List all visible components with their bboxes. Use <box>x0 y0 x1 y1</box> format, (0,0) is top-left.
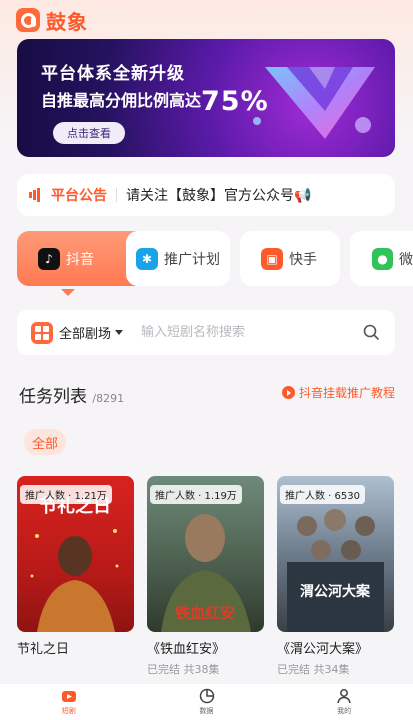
tab-promotion-plan[interactable]: ✱ 推广计划 <box>126 231 230 286</box>
active-tab-indicator <box>61 289 75 296</box>
poster-title-text: 渭公河大案 <box>300 583 371 600</box>
task-list-title: 任务列表 /8291 <box>19 382 124 407</box>
task-list-title-text: 任务列表 <box>19 387 87 407</box>
nav-label: 短剧 <box>61 707 76 715</box>
tab-kuaishou[interactable]: ▣ 快手 <box>240 231 340 286</box>
theater-filter-dropdown[interactable]: 全部剧场 <box>59 323 111 342</box>
douyin-tutorial-link[interactable]: 抖音挂载推广教程 <box>281 384 395 401</box>
drama-poster[interactable]: 渭公河大案 推广人数 · 6530 <box>277 476 394 632</box>
announcement-text: 请关注【鼓象】官方公众号📢 <box>126 188 312 204</box>
app-header: 鼓象 <box>16 6 88 34</box>
banner-subtitle-text: 自推最高分佣比例高达 <box>41 91 202 110</box>
bottom-navigation: 短剧 数据 我的 <box>0 684 413 720</box>
promoter-count-badge: 推广人数 · 6530 <box>280 485 365 504</box>
divider <box>116 188 117 202</box>
nav-label: 数据 <box>199 707 214 715</box>
nav-item-drama[interactable]: 短剧 <box>0 684 138 720</box>
wechat-icon: ● <box>372 247 393 270</box>
tab-wechat-label: 微 <box>399 251 413 268</box>
banner-percent: 75% <box>201 86 269 117</box>
data-icon <box>199 688 214 704</box>
profile-icon <box>337 689 351 704</box>
drama-poster[interactable]: 节礼之日 推广人数 · 1.21万 <box>17 476 134 632</box>
kuaishou-icon: ▣ <box>261 247 283 270</box>
drama-title: 《铁血红安》 <box>147 642 226 657</box>
app-name: 鼓象 <box>46 9 88 34</box>
banner-view-button[interactable]: 点击查看 <box>53 122 125 144</box>
announcement-tag: 平台公告 <box>51 188 107 204</box>
tab-douyin-label: 抖音 <box>66 251 94 268</box>
douyin-icon: ♪ <box>38 247 60 270</box>
banner-title: 平台体系全新升级 <box>41 64 185 84</box>
drama-poster[interactable]: 铁血红安 推广人数 · 1.19万 <box>147 476 264 632</box>
drama-icon <box>61 691 76 702</box>
promo-banner[interactable]: 平台体系全新升级 自推最高分佣比例高达75% 点击查看 <box>17 39 395 157</box>
tab-wechat[interactable]: ● 微 <box>350 231 413 286</box>
tutorial-link-text: 抖音挂载推广教程 <box>298 386 395 400</box>
theater-grid-icon <box>31 321 53 344</box>
tab-promotion-plan-label: 推广计划 <box>164 251 220 268</box>
drama-card[interactable]: 铁血红安 推广人数 · 1.19万 《铁血红安》 已完结 共38集 <box>147 476 264 677</box>
banner-subtitle: 自推最高分佣比例高达75% <box>41 86 269 117</box>
search-bar: 全部剧场 <box>17 310 395 355</box>
megaphone-icon <box>29 188 40 202</box>
nav-label: 我的 <box>337 707 352 715</box>
announcement-bar[interactable]: 平台公告 请关注【鼓象】官方公众号📢 <box>17 174 395 216</box>
filter-chip-all[interactable]: 全部 <box>24 429 66 455</box>
promotion-plan-icon: ✱ <box>136 247 158 270</box>
drama-card[interactable]: 节礼之日 推广人数 · 1.21万 节礼之日 <box>17 476 134 661</box>
tab-kuaishou-label: 快手 <box>289 251 317 268</box>
app-logo-icon <box>16 8 40 32</box>
drama-card[interactable]: 渭公河大案 推广人数 · 6530 《渭公河大案》 已完结 共34集 <box>277 476 394 677</box>
drama-status: 已完结 共34集 <box>277 663 350 676</box>
search-input[interactable] <box>141 325 332 340</box>
poster-title-text: 铁血红安 <box>175 604 235 622</box>
nav-item-data[interactable]: 数据 <box>138 684 276 720</box>
promoter-count-badge: 推广人数 · 1.21万 <box>20 485 112 504</box>
task-list-count: /8291 <box>92 392 125 405</box>
chevron-down-icon[interactable] <box>115 330 124 335</box>
drama-title: 《渭公河大案》 <box>277 642 369 657</box>
drama-status: 已完结 共38集 <box>147 663 220 676</box>
promoter-count-badge: 推广人数 · 1.19万 <box>150 485 242 504</box>
play-icon <box>281 386 295 399</box>
search-icon[interactable] <box>363 324 379 340</box>
drama-title: 节礼之日 <box>17 642 70 657</box>
nav-item-profile[interactable]: 我的 <box>275 684 413 720</box>
